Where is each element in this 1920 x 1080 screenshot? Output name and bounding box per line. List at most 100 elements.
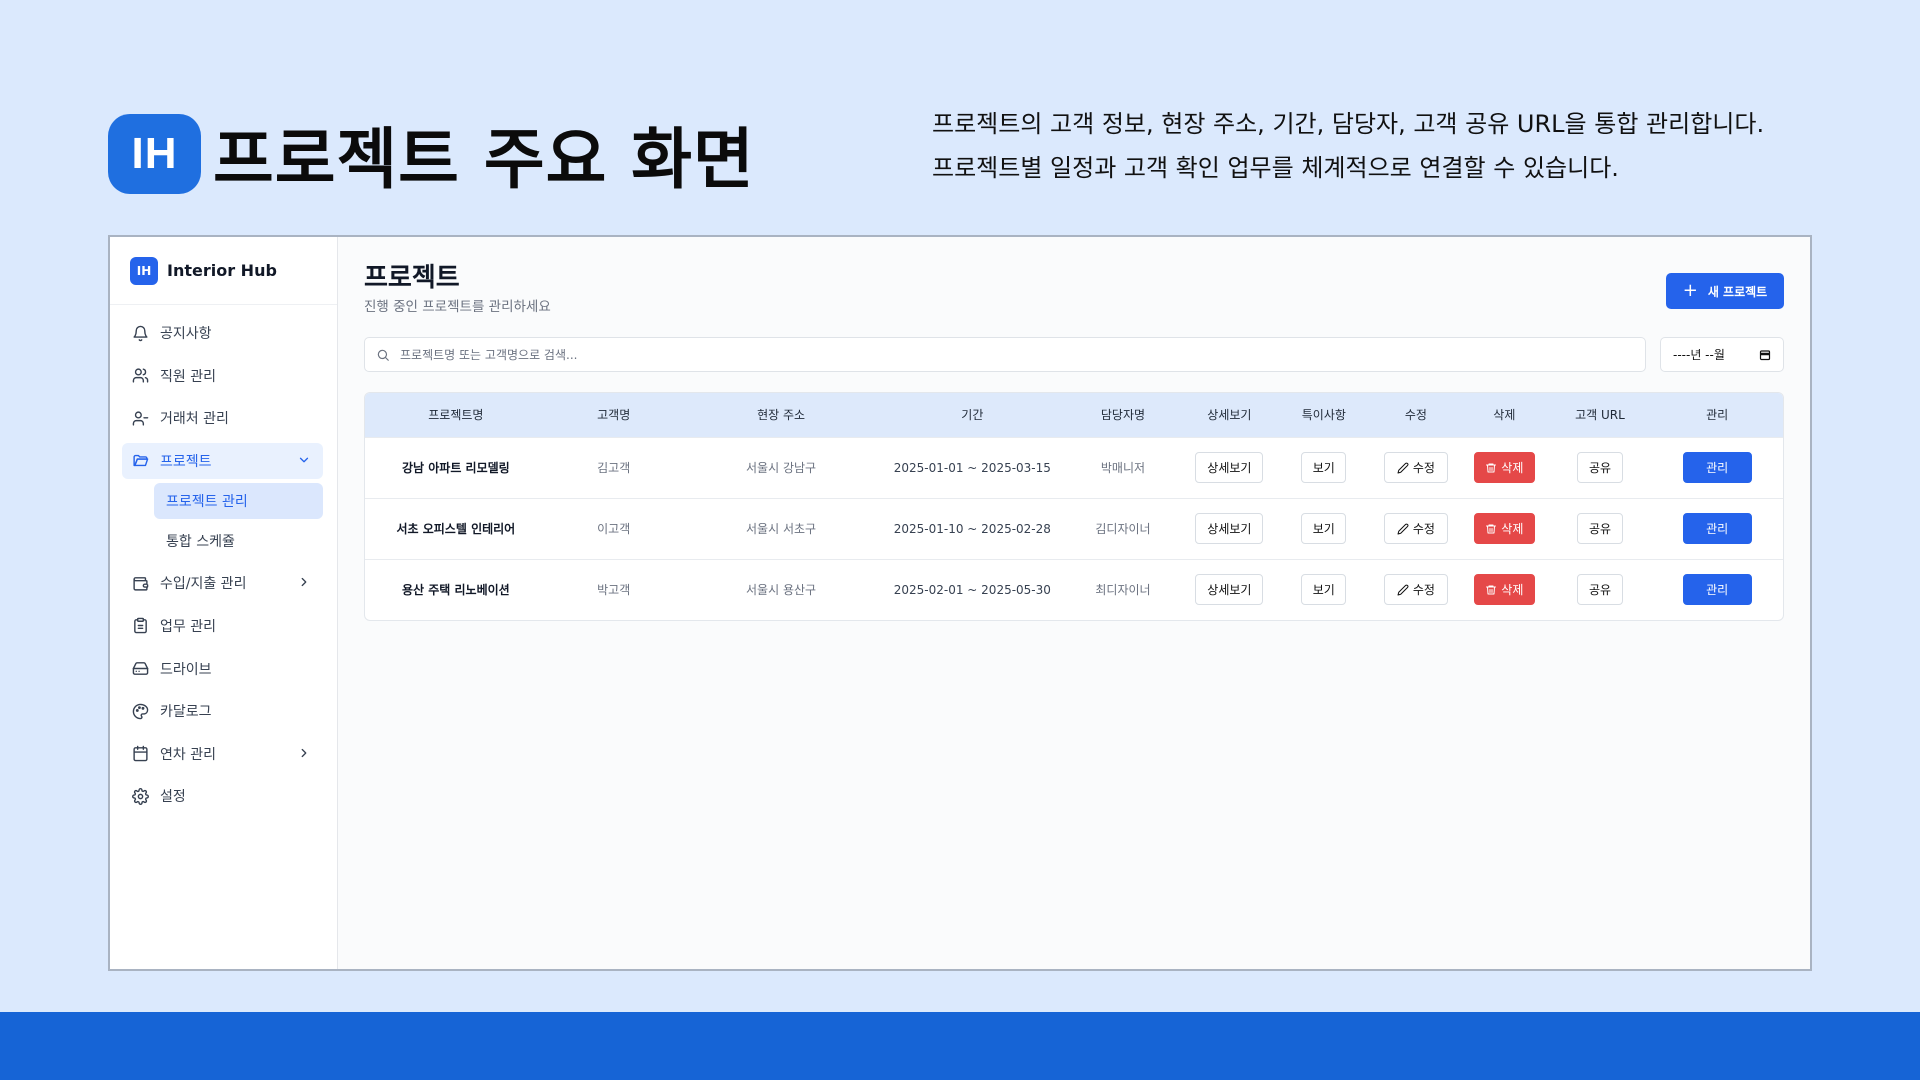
slide-description: 프로젝트의 고객 정보, 현장 주소, 기간, 담당자, 고객 공유 URL을 … <box>932 102 1812 190</box>
new-project-button[interactable]: + 새 프로젝트 <box>1666 273 1784 309</box>
search-icon <box>377 349 389 361</box>
column-header: 관리 <box>1706 408 1729 423</box>
sidebar-item-leave[interactable]: 연차 관리 <box>122 736 323 772</box>
sidebar-item-label: 프로젝트 <box>160 453 212 470</box>
project-name: 강남 아파트 리모델링 <box>402 461 510 475</box>
table-row: 서초 오피스텔 인테리어 이고객 서울시 서초구 2025-01-10 ~ 20… <box>365 498 1783 559</box>
slide-title: 프로젝트 주요 화면 <box>213 121 755 198</box>
notes-view-button[interactable]: 보기 <box>1301 452 1347 483</box>
column-header: 고객명 <box>597 408 631 423</box>
calendar-icon <box>1759 349 1771 360</box>
manage-button[interactable]: 관리 <box>1682 574 1752 606</box>
app-window: IH Interior Hub 공지사항 직원 관리 거래처 관리 프로젝트 프… <box>108 235 1812 971</box>
calendar-icon <box>133 745 148 762</box>
project-period: 2025-01-01 ~ 2025-03-15 <box>893 460 1051 475</box>
edit-label: 수정 <box>1412 461 1435 475</box>
manager-name: 김디자이너 <box>1095 522 1151 536</box>
project-name: 용산 주택 리노베이션 <box>402 583 510 598</box>
delete-label: 삭제 <box>1501 583 1524 598</box>
edit-label: 수정 <box>1412 522 1435 536</box>
column-header: 고객 URL <box>1575 408 1625 423</box>
sidebar-item-staff[interactable]: 직원 관리 <box>122 358 323 394</box>
column-header: 담당자명 <box>1100 408 1146 423</box>
edit-label: 수정 <box>1412 583 1435 598</box>
sidebar-item-label: 설정 <box>160 789 186 806</box>
notes-view-button[interactable]: 보기 <box>1301 513 1347 544</box>
detail-button[interactable]: 상세보기 <box>1195 452 1264 483</box>
delete-button[interactable]: 삭제 <box>1473 452 1535 483</box>
project-period: 2025-01-10 ~ 2025-02-28 <box>893 521 1051 536</box>
users-icon <box>132 368 149 383</box>
sidebar-item-label: 거래처 관리 <box>160 411 229 428</box>
hero-logo: IH <box>108 114 201 194</box>
sidebar-item-label: 공지사항 <box>160 326 212 342</box>
sidebar-item-tasks[interactable]: 업무 관리 <box>122 608 323 644</box>
share-button[interactable]: 공유 <box>1576 513 1623 544</box>
site-address: 서울시 용산구 <box>746 583 817 598</box>
share-button[interactable]: 공유 <box>1576 574 1623 606</box>
sidebar-item-projects[interactable]: 프로젝트 <box>122 442 323 479</box>
site-address: 서울시 서초구 <box>746 522 817 536</box>
sidebar-item-label: 업무 관리 <box>160 618 216 635</box>
detail-button[interactable]: 상세보기 <box>1195 574 1264 606</box>
edit-button[interactable]: 수정 <box>1383 574 1448 606</box>
hard-drive-icon <box>132 662 149 675</box>
bell-icon <box>133 325 148 341</box>
sidebar-item-settings[interactable]: 설정 <box>122 778 323 814</box>
slide-desc-line-2: 프로젝트별 일정과 고객 확인 업무를 체계적으로 연결할 수 있습니다. <box>932 154 1619 182</box>
search-input[interactable] <box>400 347 1645 362</box>
trash-icon <box>1486 463 1497 472</box>
page-subtitle: 진행 중인 프로젝트를 관리하세요 <box>364 299 551 315</box>
share-button[interactable]: 공유 <box>1576 452 1623 483</box>
new-project-label: 새 프로젝트 <box>1707 284 1768 299</box>
sidebar-item-drive[interactable]: 드라이브 <box>122 651 323 687</box>
projects-table: 프로젝트명 고객명 현장 주소 기간 담당자명 상세보기 특이사항 수정 삭제 … <box>364 392 1784 621</box>
month-picker-value: ----년 --월 <box>1673 348 1725 362</box>
client-name: 이고객 <box>597 522 631 536</box>
folder-icon <box>133 455 149 467</box>
delete-button[interactable]: 삭제 <box>1473 513 1535 544</box>
sidebar-item-finance[interactable]: 수입/지출 관리 <box>122 565 323 601</box>
column-header: 삭제 <box>1493 408 1516 423</box>
pencil-icon <box>1397 523 1409 534</box>
clipboard-icon <box>134 618 147 634</box>
column-header: 수정 <box>1404 408 1427 423</box>
manage-button[interactable]: 관리 <box>1682 452 1752 483</box>
project-period: 2025-02-01 ~ 2025-05-30 <box>893 582 1051 597</box>
sidebar-item-catalog[interactable]: 카달로그 <box>122 693 323 729</box>
edit-button[interactable]: 수정 <box>1383 513 1448 544</box>
sidebar-subitem-project-management[interactable]: 프로젝트 관리 <box>154 483 323 520</box>
palette-icon <box>132 703 149 719</box>
search-box[interactable] <box>364 337 1646 372</box>
column-header: 현장 주소 <box>757 408 806 423</box>
column-header: 기간 <box>961 408 984 423</box>
brand-name: Interior Hub <box>167 261 277 280</box>
client-name: 박고객 <box>597 583 631 598</box>
slide-desc-line-1: 프로젝트의 고객 정보, 현장 주소, 기간, 담당자, 고객 공유 URL을 … <box>932 110 1765 138</box>
notes-view-button[interactable]: 보기 <box>1301 574 1347 606</box>
column-header: 특이사항 <box>1301 408 1346 423</box>
brand[interactable]: IH Interior Hub <box>110 237 337 305</box>
column-header: 프로젝트명 <box>428 408 484 423</box>
sidebar-item-label: 직원 관리 <box>160 368 216 385</box>
user-group-icon <box>132 411 149 426</box>
brand-logo: IH <box>130 256 158 285</box>
edit-button[interactable]: 수정 <box>1383 452 1448 483</box>
manage-button[interactable]: 관리 <box>1682 513 1752 544</box>
trash-icon <box>1486 524 1497 533</box>
detail-button[interactable]: 상세보기 <box>1195 513 1264 544</box>
delete-button[interactable]: 삭제 <box>1473 574 1535 606</box>
toolbar: ----년 --월 <box>364 337 1784 372</box>
sidebar-item-label: 드라이브 <box>160 661 212 678</box>
month-picker[interactable]: ----년 --월 <box>1660 337 1784 372</box>
client-name: 김고객 <box>597 461 631 475</box>
slide-header: IH 프로젝트 주요 화면 <box>108 106 755 202</box>
delete-label: 삭제 <box>1501 522 1524 536</box>
manager-name: 박매니저 <box>1100 461 1146 475</box>
main-content: 프로젝트 진행 중인 프로젝트를 관리하세요 + 새 프로젝트 ----년 --… <box>338 237 1810 969</box>
sidebar-item-partners[interactable]: 거래처 관리 <box>122 400 323 436</box>
sidebar-subitem-integrated-schedule[interactable]: 통합 스케쥴 <box>154 523 323 559</box>
sidebar: IH Interior Hub 공지사항 직원 관리 거래처 관리 프로젝트 프… <box>110 237 338 969</box>
chevron-right-icon <box>301 578 307 587</box>
sidebar-item-notices[interactable]: 공지사항 <box>122 315 323 351</box>
